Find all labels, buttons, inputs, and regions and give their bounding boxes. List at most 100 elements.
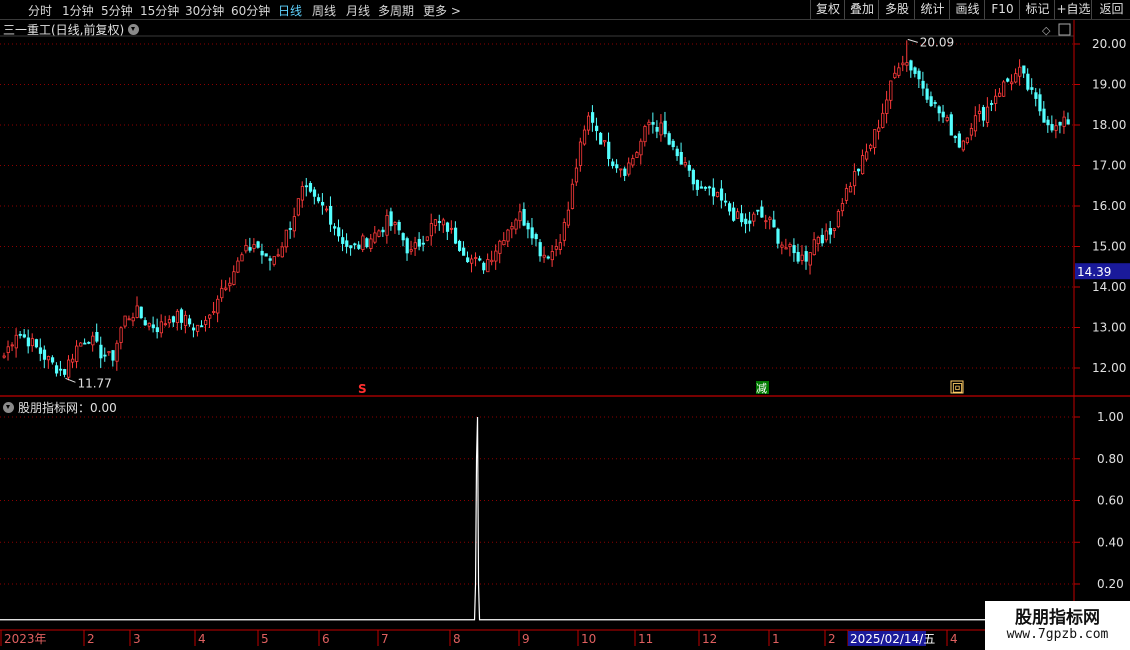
candle-body [312, 189, 317, 197]
x-axis-label: 7 [381, 632, 389, 646]
candle-body [1042, 108, 1046, 123]
candle-body [159, 321, 163, 334]
candle-body [200, 325, 204, 328]
candle-body [1034, 92, 1038, 99]
candle-body [607, 141, 611, 160]
candle-body [510, 225, 514, 230]
candle-body [10, 344, 14, 347]
price-tick-label: 18.00 [1092, 118, 1126, 132]
candle-body [163, 323, 168, 326]
candle-body [736, 211, 740, 219]
x-axis-label: 10 [581, 632, 596, 646]
candle-body [643, 126, 647, 143]
candle-body [79, 342, 83, 347]
indicator-tick-label: 0.40 [1097, 535, 1124, 549]
candle-body [989, 103, 994, 105]
candle-body [889, 80, 893, 101]
x-axis-label: 3 [133, 632, 141, 646]
candle-body [498, 240, 502, 254]
candle-body [466, 257, 470, 263]
watermark-logo: 股朋指标网 www.7gpzb.com [985, 601, 1130, 650]
candle-body [550, 251, 554, 261]
x-axis-label: 4 [198, 632, 206, 646]
candle-body [179, 309, 184, 323]
candle-body [429, 223, 434, 237]
x-axis-label: 2 [828, 632, 836, 646]
x-axis-label: 2023年 [4, 632, 47, 646]
candle-body [719, 188, 724, 201]
candle-body [893, 72, 897, 79]
candle-body [272, 256, 276, 265]
candle-body [329, 205, 333, 225]
x-axis-label: 5 [261, 632, 269, 646]
candle-body [792, 245, 796, 254]
watermark-title: 股朋指标网 [1015, 608, 1100, 628]
candle-body [667, 133, 671, 145]
candle-body [800, 254, 804, 261]
candle-body [1054, 125, 1058, 131]
candle-body [748, 220, 752, 224]
candle-body [462, 247, 466, 256]
candle-body [494, 250, 498, 262]
candle-body [760, 206, 764, 218]
layout-icon [1058, 23, 1071, 36]
candle-body [574, 167, 579, 183]
candle-body [599, 132, 603, 145]
candle-body [885, 99, 889, 114]
candle-body [812, 239, 816, 256]
candle-body [949, 114, 953, 136]
candle-body [977, 110, 982, 114]
candle-body [244, 244, 248, 252]
candle-body [413, 242, 417, 249]
candle-body [127, 318, 131, 321]
candle-body [623, 168, 627, 176]
candle-body [844, 188, 849, 201]
candle-body [131, 317, 135, 322]
candle-body [752, 213, 756, 222]
candle-body [216, 298, 220, 314]
candle-body [526, 222, 530, 230]
candle-body [167, 319, 172, 324]
candle-body [852, 171, 857, 187]
candle-body [183, 314, 188, 327]
candle-body [228, 282, 232, 287]
candle-body [155, 327, 159, 333]
candle-body [905, 62, 909, 66]
candle-body [474, 257, 478, 259]
candle-body [724, 200, 728, 203]
candle-body [147, 322, 151, 327]
candle-body [316, 197, 321, 202]
marker-jian: 减 [756, 382, 767, 395]
candle-body [663, 120, 667, 135]
candle-body [836, 210, 841, 228]
candle-body [417, 239, 421, 247]
candle-body [715, 191, 720, 197]
candle-body [586, 115, 591, 131]
high-arrow [907, 38, 918, 43]
candle-body [1050, 124, 1054, 131]
candle-body [99, 344, 103, 359]
candle-body [558, 242, 562, 250]
candle-body [639, 140, 643, 156]
candle-body [711, 187, 716, 197]
candle-body [280, 246, 284, 258]
candle-body [1046, 119, 1050, 126]
candle-body [542, 254, 546, 258]
candle-body [34, 339, 39, 348]
candle-body [961, 140, 965, 151]
candle-body [236, 260, 240, 273]
candle-body [71, 358, 75, 363]
candle-body [353, 243, 357, 246]
candle-body [349, 245, 353, 249]
candle-body [909, 60, 913, 71]
candle-body [957, 133, 961, 148]
x-axis-label: 12 [702, 632, 717, 646]
candle-body [595, 125, 599, 132]
candle-body [651, 122, 655, 125]
candle-body [123, 315, 127, 327]
candle-body [756, 209, 760, 212]
candle-body [91, 335, 95, 346]
candle-body [1022, 65, 1026, 74]
candle-body [546, 256, 550, 259]
candle-body [780, 244, 784, 248]
